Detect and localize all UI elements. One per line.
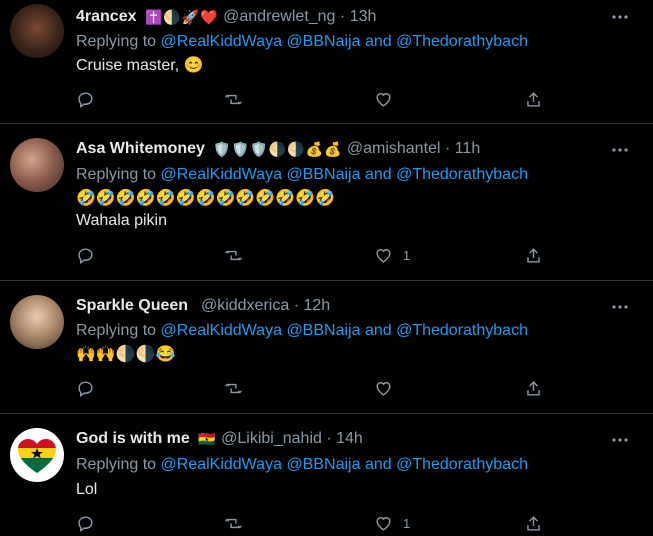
avatar[interactable] (10, 428, 64, 482)
user-handle[interactable]: @Likibi_nahid (221, 430, 322, 447)
mention-link[interactable]: @BBNaija (286, 456, 360, 473)
avatar[interactable] (10, 138, 64, 192)
action-bar (76, 379, 556, 401)
reply-icon (78, 248, 93, 265)
share-button[interactable] (524, 514, 543, 533)
replying-to: Replying to @RealKiddWaya @BBNaija and @… (76, 31, 528, 53)
reply-button[interactable] (76, 246, 95, 265)
user-handle[interactable]: @andrewlet_ng (223, 8, 335, 25)
reply-button[interactable] (76, 514, 95, 533)
mention-and[interactable]: and (365, 33, 392, 50)
more-icon[interactable] (611, 8, 629, 26)
tweet-text: 🙌🙌🌗🌗😂 (76, 346, 176, 363)
replying-to: Replying to @RealKiddWaya @BBNaija and @… (76, 320, 528, 342)
mention-and[interactable]: and (365, 166, 392, 183)
mention-link[interactable]: @BBNaija (286, 166, 360, 183)
name-emoji-badges: ✝️🌗🚀❤️ (144, 9, 219, 25)
share-icon (527, 92, 540, 107)
mention-link[interactable]: @BBNaija (286, 322, 360, 339)
retweet-button[interactable] (224, 90, 243, 109)
tweet-emoji-line: 🤣🤣🤣🤣🤣🤣🤣🤣🤣🤣🤣🤣🤣 (76, 190, 335, 207)
replying-to-label: Replying to (76, 322, 157, 339)
more-icon[interactable] (611, 431, 629, 449)
tweet[interactable]: Asa Whitemoney 🛡️🛡️🛡️🌗🌗💰💰 @amishantel · … (0, 124, 653, 281)
share-button[interactable] (524, 246, 543, 265)
action-bar: 1 (76, 246, 556, 268)
more-icon[interactable] (611, 141, 629, 159)
display-name[interactable]: God is with me (76, 430, 190, 447)
name-emoji-badges: 🇬🇭 (198, 431, 217, 447)
share-button[interactable] (524, 90, 543, 109)
like-button[interactable] (374, 379, 403, 398)
heart-icon (376, 249, 391, 263)
share-icon (527, 516, 540, 531)
like-count: 1 (403, 248, 411, 263)
tweet-text: Lol (76, 481, 98, 498)
like-button[interactable]: 1 (374, 246, 410, 265)
share-icon (527, 248, 540, 263)
mention-link[interactable]: @Thedorathybach (396, 166, 528, 183)
retweet-button[interactable] (224, 514, 243, 533)
mention-and[interactable]: and (365, 456, 392, 473)
retweet-icon (225, 518, 242, 529)
replying-to-label: Replying to (76, 166, 157, 183)
retweet-icon (225, 94, 242, 105)
mention-link[interactable]: @Thedorathybach (396, 456, 528, 473)
heart-icon (376, 93, 391, 107)
display-name[interactable]: Asa Whitemoney (76, 140, 205, 157)
name-emoji-badges: 🛡️🛡️🛡️🌗🌗💰💰 (213, 141, 343, 157)
display-name[interactable]: Sparkle Queen (76, 297, 188, 314)
separator: · (293, 297, 300, 314)
separator: · (444, 140, 451, 158)
timestamp[interactable]: 11h (455, 140, 481, 157)
display-name[interactable]: 4rancex (76, 8, 137, 25)
timestamp[interactable]: 14h (336, 430, 363, 447)
mention-link[interactable]: @RealKiddWaya (161, 33, 282, 50)
replying-to: Replying to @RealKiddWaya @BBNaija and @… (76, 454, 528, 476)
replying-to-label: Replying to (76, 456, 157, 473)
timestamp[interactable]: 13h (350, 8, 377, 25)
mention-link[interactable]: @RealKiddWaya (161, 166, 282, 183)
mention-link[interactable]: @RealKiddWaya (161, 456, 282, 473)
mention-link[interactable]: @Thedorathybach (396, 33, 528, 50)
reply-icon (78, 92, 93, 109)
action-bar (76, 90, 556, 112)
share-icon (527, 381, 540, 396)
retweet-button[interactable] (224, 246, 243, 265)
mention-link[interactable]: @BBNaija (286, 33, 360, 50)
user-handle[interactable]: @amishantel (347, 140, 441, 157)
tweet[interactable]: Sparkle Queen @kiddxerica · 12h Replying… (0, 281, 653, 414)
like-count: 1 (403, 516, 411, 531)
like-button[interactable]: 1 (374, 514, 410, 533)
separator: · (326, 430, 332, 448)
reply-button[interactable] (76, 90, 95, 109)
tweet-text: Wahala pikin (76, 212, 168, 229)
more-icon[interactable] (611, 298, 629, 316)
mention-link[interactable]: @Thedorathybach (396, 322, 528, 339)
like-button[interactable] (374, 90, 403, 109)
tweet-text: Cruise master, 😊 (76, 57, 204, 74)
ghana-heart-icon (18, 439, 56, 473)
replying-to: Replying to @RealKiddWaya @BBNaija and @… (76, 164, 528, 186)
timestamp[interactable]: 12h (303, 297, 330, 314)
mention-link[interactable]: @RealKiddWaya (161, 322, 282, 339)
heart-icon (376, 517, 391, 531)
reply-icon (78, 381, 93, 398)
tweet[interactable]: 4rancex ✝️🌗🚀❤️ @andrewlet_ng · 13h Reply… (0, 0, 653, 124)
mention-and[interactable]: and (365, 322, 392, 339)
separator: · (339, 8, 346, 26)
replying-to-label: Replying to (76, 33, 157, 50)
retweet-icon (225, 250, 242, 261)
action-bar: 1 (76, 514, 556, 536)
heart-icon (376, 382, 391, 396)
avatar[interactable] (10, 295, 64, 349)
user-handle[interactable]: @kiddxerica (201, 297, 289, 314)
reply-button[interactable] (76, 379, 95, 398)
retweet-icon (225, 383, 242, 394)
tweet[interactable]: God is with me 🇬🇭 @Likibi_nahid · 14h Re… (0, 414, 653, 535)
reply-icon (78, 516, 93, 533)
share-button[interactable] (524, 379, 543, 398)
retweet-button[interactable] (224, 379, 243, 398)
avatar[interactable] (10, 4, 64, 58)
